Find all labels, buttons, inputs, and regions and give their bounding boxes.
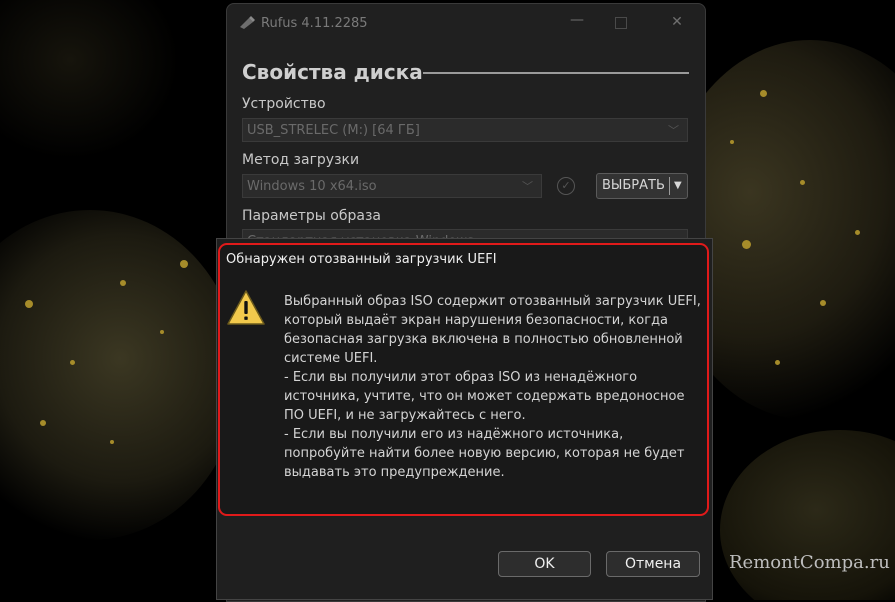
message-bullet: - Если вы получили этот образ ISO из нен… xyxy=(284,370,685,423)
dialog-title: Обнаружен отозванный загрузчик UEFI xyxy=(226,252,497,267)
wallpaper-speck xyxy=(775,360,780,365)
select-button-label: ВЫБРАТЬ xyxy=(602,178,665,193)
usb-drive-icon xyxy=(240,16,255,29)
device-select[interactable]: USB_STRELEC (M:) [64 ГБ] ﹀ xyxy=(242,118,688,142)
wallpaper-speck xyxy=(855,230,860,235)
warning-icon xyxy=(227,290,265,325)
maximize-icon xyxy=(615,17,627,29)
chevron-down-icon: ﹀ xyxy=(668,124,679,137)
device-label: Устройство xyxy=(242,96,326,112)
wallpaper-speck xyxy=(760,90,767,97)
wallpaper-shape xyxy=(720,430,895,600)
wallpaper-shape xyxy=(0,0,180,160)
ok-button[interactable]: OK xyxy=(498,551,591,577)
message-bullet: - Если вы получили его из надёжного исто… xyxy=(284,427,685,480)
wallpaper-speck xyxy=(742,240,751,249)
dropdown-arrow-icon[interactable]: ▼ xyxy=(674,174,682,198)
section-divider xyxy=(423,72,689,74)
close-button[interactable]: ✕ xyxy=(667,14,687,30)
image-options-label: Параметры образа xyxy=(242,208,381,224)
wallpaper-speck xyxy=(820,300,826,306)
wallpaper-speck xyxy=(180,260,188,268)
section-title: Свойства диска xyxy=(242,60,423,84)
wallpaper-speck xyxy=(800,180,805,185)
title-bar[interactable]: Rufus 4.11.2285 — ✕ xyxy=(227,4,705,44)
wallpaper-speck xyxy=(160,330,164,334)
wallpaper-speck xyxy=(730,140,734,144)
cancel-button[interactable]: Отмена xyxy=(606,551,700,577)
wallpaper-speck xyxy=(70,360,75,365)
chevron-down-icon: ﹀ xyxy=(522,180,533,193)
watermark: RemontCompa.ru xyxy=(729,552,890,573)
wallpaper-speck xyxy=(40,420,46,426)
boot-method-label: Метод загрузки xyxy=(242,152,360,168)
minimize-button[interactable]: — xyxy=(567,12,587,28)
message-text: Выбранный образ ISO содержит отозванный … xyxy=(284,294,701,366)
device-value: USB_STRELEC (M:) [64 ГБ] xyxy=(247,123,420,138)
wallpaper-shape xyxy=(0,210,240,540)
wallpaper-speck xyxy=(25,300,33,308)
split-divider xyxy=(669,177,670,195)
check-icon[interactable]: ✓ xyxy=(557,177,575,195)
select-image-button[interactable]: ВЫБРАТЬ ▼ xyxy=(596,173,688,199)
boot-method-select[interactable]: Windows 10 x64.iso ﹀ xyxy=(242,174,542,198)
boot-method-value: Windows 10 x64.iso xyxy=(247,179,377,194)
window-title: Rufus 4.11.2285 xyxy=(261,16,368,31)
wallpaper-speck xyxy=(120,280,126,286)
dialog-message: Выбранный образ ISO содержит отозванный … xyxy=(284,292,704,482)
maximize-button[interactable] xyxy=(611,14,631,33)
wallpaper-speck xyxy=(110,440,114,444)
